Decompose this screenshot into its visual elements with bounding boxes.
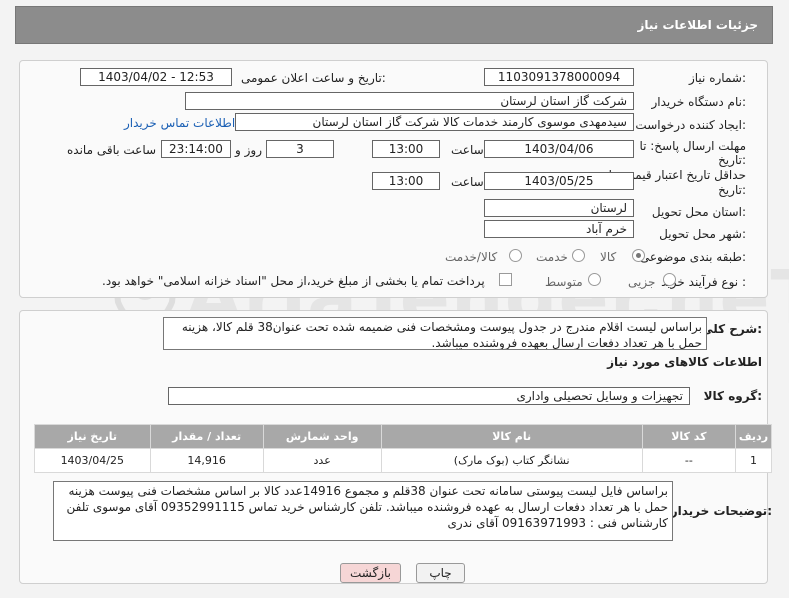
col-code: کد کالا bbox=[641, 424, 736, 449]
cell-qty: 14,916 bbox=[149, 448, 264, 473]
table-row: 1 -- نشانگر کتاب (بوک مارک) عدد 14,916 1… bbox=[34, 448, 773, 473]
category-option-service: خدمت bbox=[536, 250, 568, 264]
buyer-org-label: نام دستگاه خریدار: bbox=[651, 95, 747, 109]
buyer-notes-text[interactable]: براساس فایل لیست پیوستی سامانه تحت عنوان… bbox=[53, 481, 673, 541]
treasury-payment-note: پرداخت تمام یا بخشی از مبلغ خرید،از محل … bbox=[102, 274, 485, 288]
announce-field: 1403/04/02 - 12:53 bbox=[80, 68, 232, 86]
goods-table: ردیف کد کالا نام کالا واحد شمارش تعداد /… bbox=[34, 424, 773, 473]
cell-row: 1 bbox=[734, 448, 773, 473]
city-field: خرم آباد bbox=[484, 220, 634, 238]
need-number-field: 1103091378000094 bbox=[484, 68, 634, 86]
treasury-payment-checkbox[interactable] bbox=[499, 273, 512, 286]
col-unit: واحد شمارش bbox=[262, 424, 382, 449]
remaining-time-label: ساعت باقی مانده bbox=[67, 143, 157, 157]
reply-time-label: ساعت bbox=[451, 143, 484, 157]
days-label: روز و bbox=[235, 143, 262, 157]
cell-unit: عدد bbox=[262, 448, 382, 473]
cell-code: -- bbox=[641, 448, 736, 473]
cell-date: 1403/04/25 bbox=[34, 448, 151, 473]
page-title: جزئیات اطلاعات نیاز bbox=[637, 18, 758, 32]
goods-group-label: گروه کالا: bbox=[703, 389, 762, 403]
col-name: نام کالا bbox=[380, 424, 643, 449]
province-label: استان محل تحویل: bbox=[651, 205, 746, 219]
category-radio-goods-service[interactable] bbox=[509, 249, 522, 262]
reply-time-field: 13:00 bbox=[372, 140, 440, 158]
col-qty: تعداد / مقدار bbox=[149, 424, 264, 449]
process-radio-minor[interactable] bbox=[663, 273, 676, 286]
announce-label: تاریخ و ساعت اعلان عمومی: bbox=[241, 71, 386, 85]
description-text[interactable]: براساس لیست اقلام مندرج در جدول پیوست وم… bbox=[163, 317, 707, 350]
col-date: تاریخ نیاز bbox=[34, 424, 151, 449]
validity-time-field: 13:00 bbox=[372, 172, 440, 190]
category-radio-service[interactable] bbox=[572, 249, 585, 262]
validity-time-label: ساعت bbox=[451, 175, 484, 189]
process-radio-medium[interactable] bbox=[588, 273, 601, 286]
buyer-org-field: شرکت گاز استان لرستان bbox=[185, 92, 634, 110]
need-number-label: شماره نیاز: bbox=[688, 71, 746, 85]
validity-date-field: 1403/05/25 bbox=[484, 172, 634, 190]
goods-section-title: اطلاعات کالاهای مورد نیاز bbox=[607, 355, 762, 369]
buyer-contact-link[interactable]: اطلاعات تماس خریدار bbox=[124, 116, 235, 130]
back-button[interactable]: بازگشت bbox=[340, 563, 401, 583]
process-option-minor: جزیی bbox=[628, 275, 656, 289]
category-label: طبقه بندی موضوعی: bbox=[639, 250, 746, 264]
goods-group-field: تجهیزات و وسایل تحصیلی واداری bbox=[168, 387, 690, 405]
province-field: لرستان bbox=[484, 199, 634, 217]
col-row: ردیف bbox=[734, 424, 773, 449]
category-option-goods: کالا bbox=[600, 250, 617, 264]
remaining-time-field: 23:14:00 bbox=[161, 140, 231, 158]
table-header-row: ردیف کد کالا نام کالا واحد شمارش تعداد /… bbox=[34, 424, 773, 449]
days-field: 3 bbox=[266, 140, 334, 158]
category-option-goods-service: کالا/خدمت bbox=[445, 250, 498, 264]
category-radio-goods[interactable] bbox=[632, 249, 645, 262]
validity-label-date: تاریخ: bbox=[718, 183, 746, 197]
requester-field: سیدمهدی موسوی کارمند خدمات کالا شرکت گاز… bbox=[235, 113, 634, 131]
process-option-medium: متوسط bbox=[545, 275, 583, 289]
page-header: جزئیات اطلاعات نیاز bbox=[15, 6, 773, 44]
reply-date-field: 1403/04/06 bbox=[484, 140, 634, 158]
reply-deadline-label: مهلت ارسال پاسخ: تا bbox=[639, 139, 746, 153]
print-button[interactable]: چاپ bbox=[416, 563, 465, 583]
city-label: شهر محل تحویل: bbox=[659, 227, 746, 241]
reply-deadline-label-date: تاریخ: bbox=[718, 153, 746, 167]
requester-label: ایجاد کننده درخواست: bbox=[635, 118, 746, 132]
cell-name: نشانگر کتاب (بوک مارک) bbox=[380, 448, 643, 473]
buyer-notes-label: توضیحات خریدار: bbox=[670, 504, 772, 518]
